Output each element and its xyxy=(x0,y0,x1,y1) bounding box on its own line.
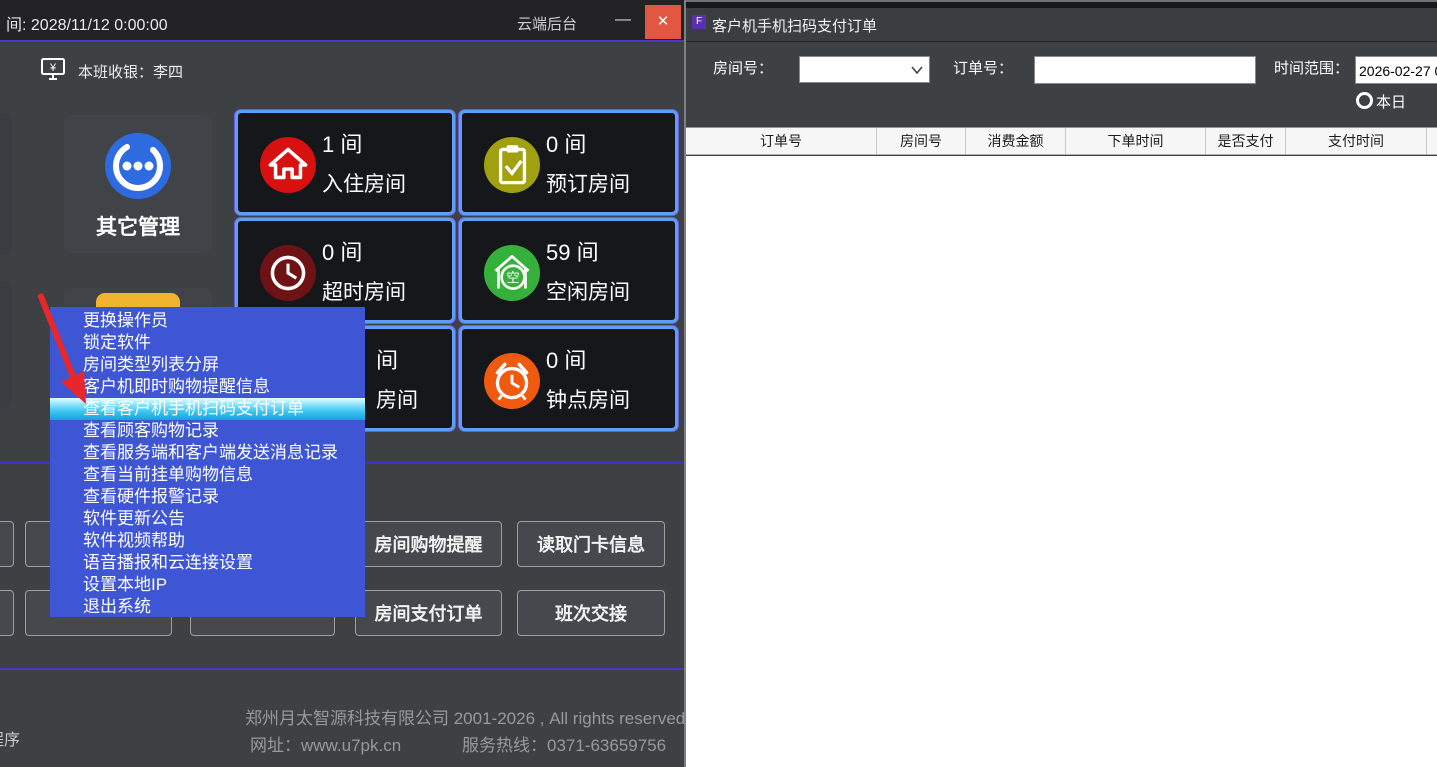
tile-name: 预订房间 xyxy=(546,168,630,198)
cloud-backend-link[interactable]: 云端后台 xyxy=(517,13,577,34)
copyright-text: 郑州月太智源科技有限公司 2001-2026 , All rights rese… xyxy=(245,704,685,729)
right-titlebar: F 客户机手机扫码支付订单 xyxy=(686,8,1437,42)
read-door-card-button[interactable]: 读取门卡信息 xyxy=(517,521,665,567)
tile-count: 间 xyxy=(376,343,398,375)
today-label: 本日 xyxy=(1376,91,1406,112)
col-room-number[interactable]: 房间号 xyxy=(877,128,966,154)
window-top-edge xyxy=(686,0,1437,8)
close-button[interactable]: ✕ xyxy=(645,5,681,39)
website-text: 网址：www.u7pk.cn xyxy=(250,731,401,756)
tile-count: 1 间 xyxy=(322,127,362,159)
clipped-side-card[interactable] xyxy=(0,113,12,255)
date-value: 2026-02-27 0 xyxy=(1359,63,1437,79)
col-order-number[interactable]: 订单号 xyxy=(686,128,877,154)
tile-count: 0 间 xyxy=(322,235,362,267)
clipped-button[interactable] xyxy=(0,590,14,636)
clock-icon xyxy=(260,245,316,301)
menu-item-message-records[interactable]: 查看服务端和客户端发送消息记录 xyxy=(50,442,365,464)
col-pay-time[interactable]: 支付时间 xyxy=(1286,128,1427,154)
menu-item-exit-system[interactable]: 退出系统 xyxy=(50,596,365,618)
hotel-dashboard-window: 间: 2028/11/12 0:00:00 云端后台 — ✕ ¥ 本班收银：李四… xyxy=(0,0,684,767)
room-shopping-reminder-button[interactable]: 房间购物提醒 xyxy=(355,521,502,567)
monitor-yen-icon: ¥ xyxy=(40,56,66,82)
tile-name: 钟点房间 xyxy=(546,384,630,414)
orders-table-body[interactable] xyxy=(686,156,1437,767)
app-icon: F xyxy=(692,15,706,29)
svg-text:空: 空 xyxy=(506,270,519,285)
other-management-label: 其它管理 xyxy=(64,211,212,241)
tile-name: 房间 xyxy=(376,384,418,414)
minimize-button[interactable]: — xyxy=(608,10,638,32)
hotline-text: 服务热线：0371-63659756 xyxy=(462,731,666,756)
orders-table-header: 订单号 房间号 消费金额 下单时间 是否支付 支付时间 xyxy=(686,127,1437,155)
menu-item-voice-cloud-settings[interactable]: 语音播报和云连接设置 xyxy=(50,552,365,574)
tile-count: 0 间 xyxy=(546,343,586,375)
more-circle-icon xyxy=(103,131,173,201)
house-icon xyxy=(260,137,316,193)
room-pay-order-button[interactable]: 房间支付订单 xyxy=(355,590,502,636)
order-number-input[interactable] xyxy=(1034,56,1256,84)
menu-item-customer-shopping-records[interactable]: 查看顾客购物记录 xyxy=(50,420,365,442)
alarm-clock-icon xyxy=(484,353,540,409)
clock-text: 间: 2028/11/12 0:00:00 xyxy=(6,11,168,35)
tile-occupied-rooms[interactable]: 1 间 入住房间 xyxy=(235,110,455,215)
other-management-card[interactable]: 其它管理 xyxy=(64,115,212,253)
menu-item-pending-shopping-info[interactable]: 查看当前挂单购物信息 xyxy=(50,464,365,486)
tile-name: 空闲房间 xyxy=(546,276,630,306)
clipped-button[interactable] xyxy=(0,521,14,567)
tile-name: 入住房间 xyxy=(322,168,406,198)
date-input[interactable]: 2026-02-27 0 xyxy=(1355,56,1437,84)
right-window-title: 客户机手机扫码支付订单 xyxy=(712,15,877,36)
footer-divider xyxy=(0,668,684,670)
tile-count: 0 间 xyxy=(546,127,586,159)
room-number-select[interactable] xyxy=(799,56,930,83)
menu-item-update-notice[interactable]: 软件更新公告 xyxy=(50,508,365,530)
titlebar-divider xyxy=(0,40,684,42)
col-paid[interactable]: 是否支付 xyxy=(1206,128,1286,154)
time-range-label: 时间范围： xyxy=(1274,57,1349,78)
svg-text:¥: ¥ xyxy=(49,62,57,74)
scan-pay-orders-window: F 客户机手机扫码支付订单 房间号： 订单号： 时间范围： 2026-02-27… xyxy=(684,0,1437,767)
menu-item-hardware-alarm-records[interactable]: 查看硬件报警记录 xyxy=(50,486,365,508)
menu-item-set-local-ip[interactable]: 设置本地IP xyxy=(50,574,365,596)
tile-vacant-rooms[interactable]: 空 59 间 空闲房间 xyxy=(459,218,678,323)
tile-reserved-rooms[interactable]: 0 间 预订房间 xyxy=(459,110,678,215)
red-arrow-annotation xyxy=(26,284,98,416)
clipboard-check-icon xyxy=(484,137,540,193)
today-radio[interactable] xyxy=(1356,92,1373,109)
shift-handover-button[interactable]: 班次交接 xyxy=(517,590,665,636)
order-number-label: 订单号： xyxy=(953,57,1013,78)
corner-clipped-text: 程序 xyxy=(0,726,20,750)
tile-name: 超时房间 xyxy=(322,276,406,306)
col-order-time[interactable]: 下单时间 xyxy=(1066,128,1206,154)
screen: 间: 2028/11/12 0:00:00 云端后台 — ✕ ¥ 本班收银：李四… xyxy=(0,0,1437,767)
tile-hourly-rooms[interactable]: 0 间 钟点房间 xyxy=(459,326,678,431)
cashier-label: 本班收银：李四 xyxy=(78,61,183,82)
clipped-side-card[interactable] xyxy=(0,282,12,408)
room-number-label: 房间号： xyxy=(713,57,773,78)
col-extra xyxy=(1427,128,1437,154)
tile-count: 59 间 xyxy=(546,235,599,267)
col-amount[interactable]: 消费金额 xyxy=(966,128,1066,154)
chevron-down-icon xyxy=(911,66,923,74)
vacant-house-icon: 空 xyxy=(484,245,540,301)
menu-item-video-help[interactable]: 软件视频帮助 xyxy=(50,530,365,552)
